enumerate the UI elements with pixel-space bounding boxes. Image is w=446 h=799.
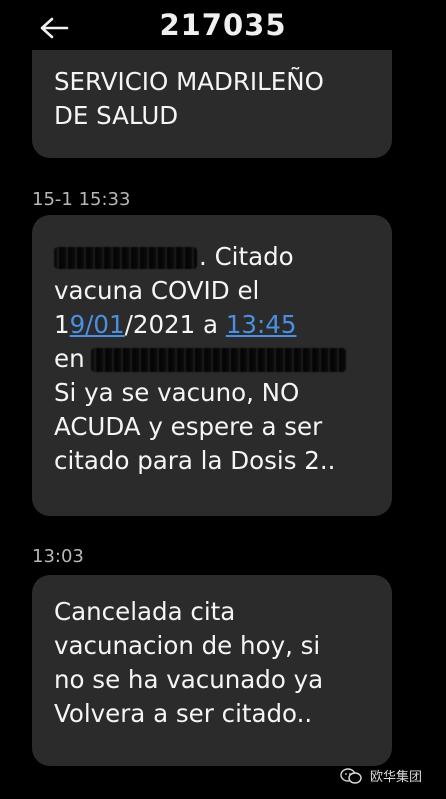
message-timestamp: 13:03	[32, 546, 84, 567]
message-line: . Citado	[54, 240, 370, 274]
message-line: Si ya se vacuno, NO	[54, 378, 300, 407]
message-line: citado para la Dosis 2..	[54, 446, 336, 475]
time-link[interactable]: 13:45	[226, 310, 297, 339]
message-text: /2021 a	[124, 310, 226, 339]
sender-number: 217035	[159, 8, 287, 42]
message-line: vacuna COVID el	[54, 276, 260, 305]
message-line: vacunacion de hoy, si	[54, 631, 321, 660]
message-line: no se ha vacunado ya	[54, 665, 324, 694]
message-line: en	[54, 342, 370, 376]
message-line: ACUDA y espere a ser	[54, 412, 323, 441]
message-line: DE SALUD	[54, 101, 179, 130]
message-timestamp: 15-1 15:33	[32, 189, 131, 210]
redacted-location	[90, 348, 346, 372]
message-line: SERVICIO MADRILEÑO	[54, 67, 324, 96]
message-bubble[interactable]: Cancelada cita vacunacion de hoy, si no …	[32, 575, 392, 766]
redacted-name	[54, 247, 197, 269]
message-text: . Citado	[199, 242, 294, 271]
message-line: Volvera a ser citado..	[54, 699, 313, 728]
message-line: 19/01/2021 a 13:45	[54, 308, 370, 342]
message-text: en	[54, 344, 85, 373]
watermark-text: 欧华集团	[369, 770, 422, 785]
message-text: 1	[54, 310, 70, 339]
message-bubble[interactable]: SERVICIO MADRILEÑO DE SALUD	[32, 50, 392, 158]
message-line: Cancelada cita	[54, 597, 236, 626]
date-link[interactable]: 9/01	[70, 310, 125, 339]
message-bubble[interactable]: . Citado vacuna COVID el 19/01/2021 a 13…	[32, 215, 392, 516]
wechat-icon	[340, 767, 362, 784]
watermark: 欧华集团	[340, 766, 422, 785]
